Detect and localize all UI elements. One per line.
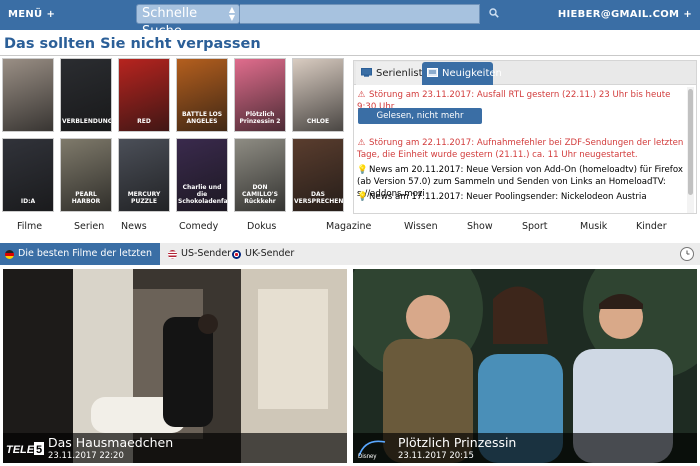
- poster-title: Plötzlich Prinzessin 2: [239, 111, 281, 125]
- movie-poster[interactable]: RED: [118, 58, 170, 132]
- movie-poster[interactable]: DON CAMILLO'S Rückkehr: [234, 138, 286, 212]
- poster-title: BATTLE LOS ANGELES: [181, 111, 223, 125]
- movie-caption: Disney Plötzlich Prinzessin 23.11.2017 2…: [353, 433, 697, 463]
- movie-card[interactable]: TELE 5 Das Hausmaedchen 23.11.2017 22:20: [3, 269, 347, 463]
- highlight-tabs: Die besten Filme der letzten Tage US-Sen…: [0, 243, 700, 281]
- menu-button[interactable]: MENÜ +: [8, 9, 55, 20]
- plus-icon: +: [46, 9, 56, 20]
- category-link[interactable]: Sport: [522, 219, 548, 235]
- movie-time: 23.11.2017 22:20: [48, 451, 124, 461]
- clock-icon[interactable]: [680, 247, 694, 261]
- movie-poster[interactable]: MERCURY PUZZLE: [118, 138, 170, 212]
- tab-label: Neuigkeiten: [442, 68, 502, 79]
- channel-logo-disney: Disney: [358, 440, 386, 460]
- svg-text:TELE: TELE: [6, 444, 35, 456]
- plus-icon: +: [683, 9, 692, 20]
- poster-title: Charlie und die Schokoladenfabrik: [178, 184, 228, 205]
- top-bar: MENÜ + Schnelle Suche ▲ ▼ HIEBER@GMAIL.COM…: [0, 0, 700, 39]
- tab-label: US-Sender: [181, 248, 232, 259]
- movie-card[interactable]: Disney Plötzlich Prinzessin 23.11.2017 2…: [353, 269, 697, 463]
- divider: [0, 55, 700, 56]
- tab-us-channels[interactable]: US-Sender: [168, 243, 231, 265]
- poster-title: PEARL HARBOR: [71, 191, 101, 205]
- menu-label: MENÜ: [8, 9, 43, 20]
- movie-title: Das Hausmaedchen: [48, 435, 174, 450]
- category-nav: Filme Serien News Comedy Dokus Magazine Wissen…: [0, 219, 700, 235]
- movie-title: Plötzlich Prinzessin: [398, 435, 517, 450]
- category-link[interactable]: Musik: [580, 219, 607, 235]
- movie-poster[interactable]: VERBLENDUNG: [60, 58, 112, 132]
- category-link[interactable]: News: [121, 219, 147, 235]
- tab-uk-channels[interactable]: UK-Sender: [232, 243, 294, 265]
- category-link[interactable]: Kinder: [636, 219, 667, 235]
- tab-serienliste[interactable]: Serienliste: [356, 62, 429, 85]
- lightbulb-icon: 💡: [357, 192, 368, 202]
- news-item: ⚠ Störung am 22.11.2017: Aufnahmefehler b…: [357, 137, 687, 161]
- news-item: 💡News am 17.11.2017: Neuer Poolingsender…: [357, 191, 687, 203]
- channel-logo-tele5: TELE 5: [6, 442, 44, 456]
- warning-icon: ⚠: [357, 90, 366, 100]
- panel-tabs: Serienliste Neuigkeiten: [354, 61, 696, 85]
- category-link[interactable]: Comedy: [179, 219, 218, 235]
- poster-title: ID:A: [20, 198, 36, 205]
- news-list: ⚠ Störung am 23.11.2017: Ausfall RTL gest…: [354, 87, 688, 213]
- movie-time: 23.11.2017 20:15: [398, 451, 474, 461]
- movie-caption: TELE 5 Das Hausmaedchen 23.11.2017 22:20: [3, 433, 347, 463]
- de-flag-icon: [5, 250, 14, 259]
- news-text: News am 17.11.2017: Neuer Poolingsender:…: [369, 192, 647, 202]
- news-panel: Serienliste Neuigkeiten ⚠ Störung am 23.1…: [353, 60, 697, 214]
- category-link[interactable]: Show: [467, 219, 493, 235]
- warning-icon: ⚠: [357, 138, 366, 148]
- news-scrollbar[interactable]: [687, 87, 694, 213]
- user-email: HIEBER@GMAIL.COM: [557, 9, 680, 20]
- svg-text:5: 5: [36, 444, 42, 456]
- user-menu-button[interactable]: HIEBER@GMAIL.COM +: [558, 9, 692, 20]
- tab-label: UK-Sender: [245, 248, 295, 259]
- poster-title: DON CAMILLO'S Rückkehr: [242, 184, 278, 205]
- search-icon: [489, 8, 499, 18]
- poster-title: MERCURY PUZZLE: [127, 191, 161, 205]
- poster-title: DAS VERSPRECHEN: [294, 191, 344, 205]
- tab-neuigkeiten[interactable]: Neuigkeiten: [422, 62, 502, 85]
- movie-poster[interactable]: Plötzlich Prinzessin 2: [234, 58, 286, 132]
- category-link[interactable]: Wissen: [404, 219, 438, 235]
- featured-posters: VERBLENDUNG RED BATTLE LOS ANGELES Plötzlic…: [2, 58, 350, 214]
- select-arrows-icon: ▲ ▼: [228, 5, 235, 22]
- lightbulb-icon: 💡: [357, 165, 368, 175]
- search-type-label: Schnelle Suche: [142, 6, 198, 39]
- svg-text:Disney: Disney: [358, 454, 376, 460]
- tab-label: Serienliste: [376, 68, 429, 79]
- category-link[interactable]: Filme: [17, 219, 42, 235]
- news-text: Störung am 22.11.2017: Aufnahmefehler be…: [357, 138, 684, 160]
- search-input[interactable]: [240, 4, 480, 24]
- movie-poster[interactable]: BATTLE LOS ANGELES: [176, 58, 228, 132]
- tv-icon: [361, 68, 372, 77]
- search-type-select[interactable]: Schnelle Suche ▲ ▼: [136, 4, 240, 39]
- uk-flag-icon: [232, 250, 241, 259]
- scrollbar-thumb[interactable]: [688, 89, 693, 195]
- category-link[interactable]: Magazine: [326, 219, 371, 235]
- poster-title: VERBLENDUNG: [62, 118, 112, 125]
- category-link[interactable]: Dokus: [247, 219, 276, 235]
- search-button[interactable]: [480, 4, 508, 24]
- movie-poster[interactable]: CHLOE: [292, 58, 344, 132]
- poster-title: CHLOE: [306, 118, 330, 125]
- movie-poster[interactable]: ID:A: [2, 138, 54, 212]
- poster-title: RED: [137, 118, 151, 125]
- news-icon: [427, 68, 438, 77]
- us-flag-icon: [168, 250, 177, 259]
- category-link[interactable]: Serien: [74, 219, 104, 235]
- tab-best-movies[interactable]: Die besten Filme der letzten Tage: [0, 243, 160, 281]
- page-title: Das sollten Sie nicht verpassen: [4, 36, 261, 52]
- mark-read-button[interactable]: Gelesen, nicht mehr anzeigen: [358, 108, 482, 137]
- movie-poster[interactable]: DAS VERSPRECHEN: [292, 138, 344, 212]
- movie-poster[interactable]: PEARL HARBOR: [60, 138, 112, 212]
- movie-poster[interactable]: [2, 58, 54, 132]
- movie-poster[interactable]: Charlie und die Schokoladenfabrik: [176, 138, 228, 212]
